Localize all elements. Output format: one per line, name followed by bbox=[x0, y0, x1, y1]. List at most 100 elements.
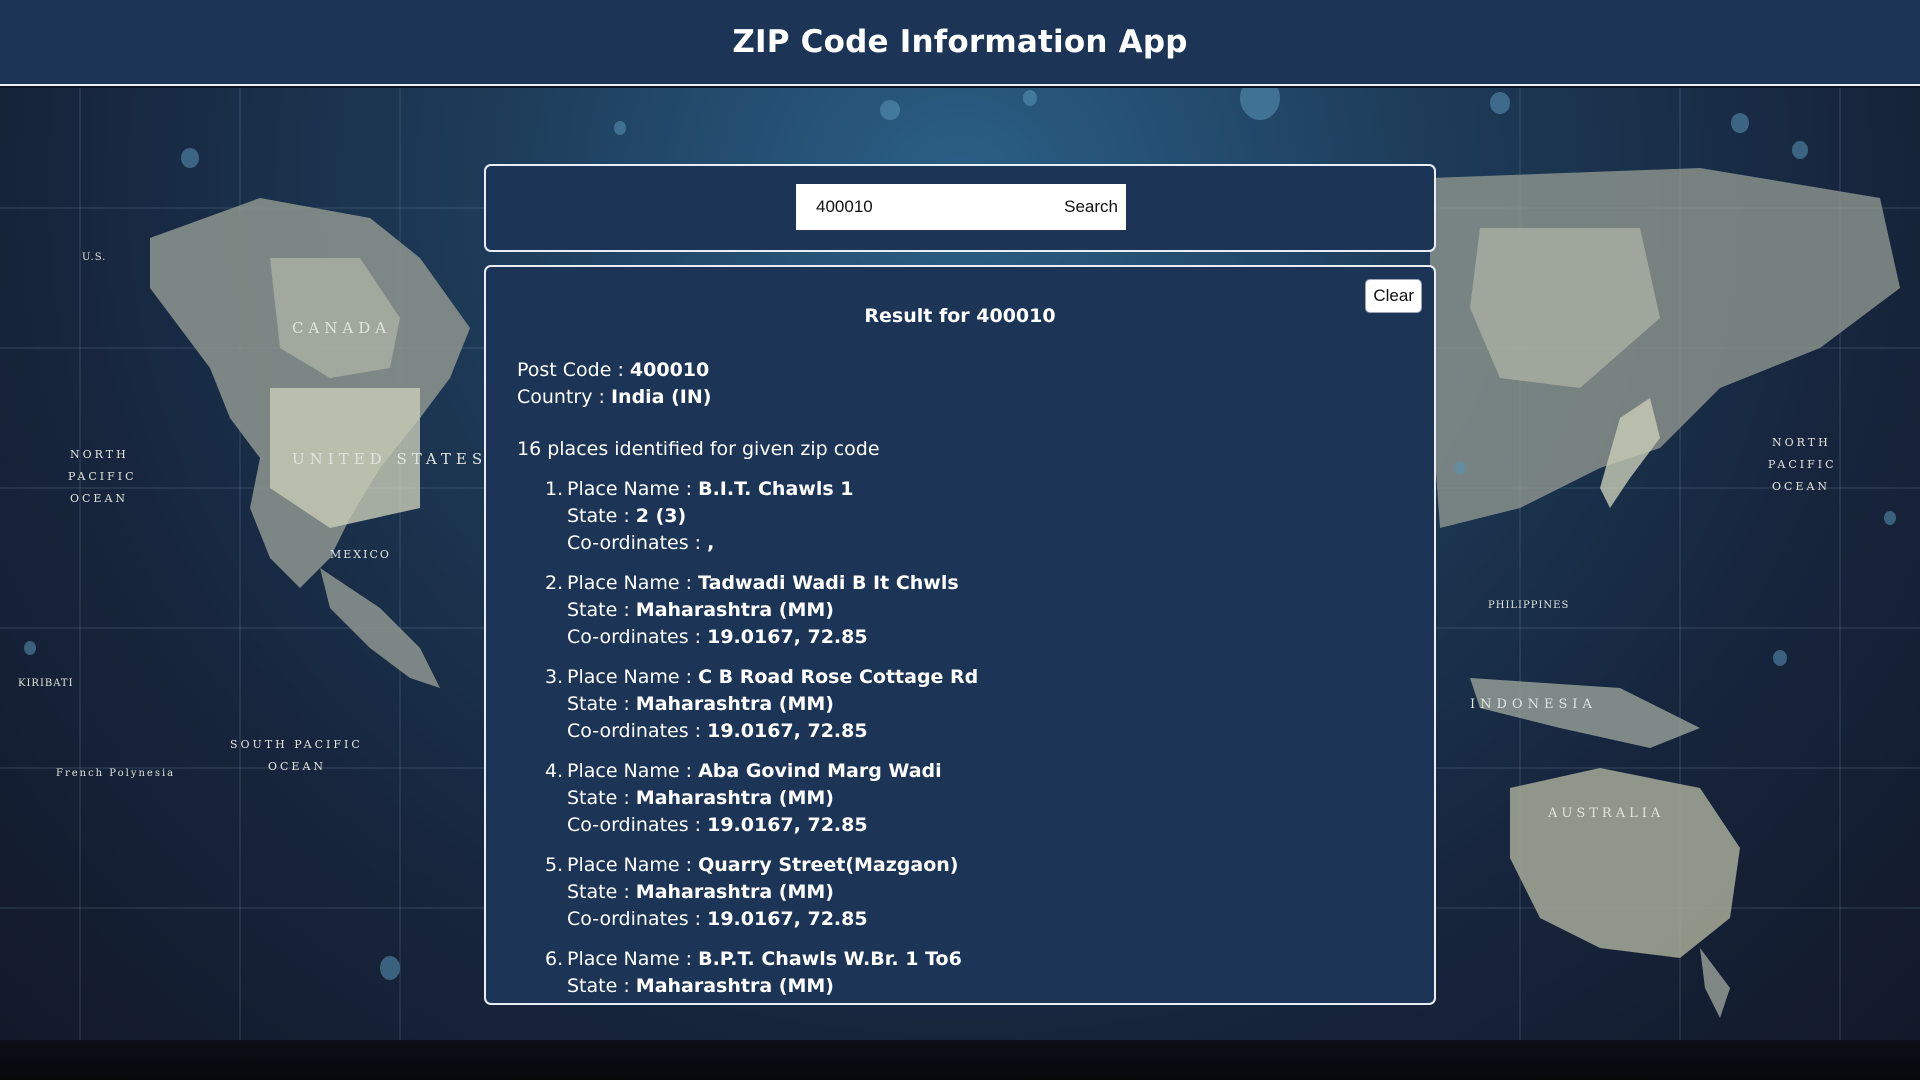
state-value: Maharashtra (MM) bbox=[635, 881, 834, 903]
search-box: Search bbox=[796, 184, 1126, 230]
post-code-label: Post Code : bbox=[517, 359, 630, 381]
place-name-value: C B Road Rose Cottage Rd bbox=[698, 666, 979, 688]
place-name-label: Place Name : bbox=[567, 948, 699, 970]
state-line: State : Maharashtra (MM) bbox=[567, 879, 1414, 906]
coords-value: 19.0167, 72.85 bbox=[707, 720, 868, 742]
state-label: State : bbox=[567, 787, 636, 809]
search-panel: Search bbox=[484, 164, 1436, 252]
bottom-strip bbox=[0, 1040, 1920, 1080]
state-value: 2 (3) bbox=[635, 505, 687, 527]
place-name-label: Place Name : bbox=[567, 666, 699, 688]
place-number: 2. bbox=[545, 572, 564, 594]
place-name-line: Place Name : B.I.T. Chawls 1 bbox=[567, 476, 1414, 503]
place-item: 5. Place Name : Quarry Street(Mazgaon) Sta… bbox=[517, 852, 1414, 933]
state-value: Maharashtra (MM) bbox=[635, 599, 834, 621]
state-label: State : bbox=[567, 975, 636, 997]
svg-text:MEXICO: MEXICO bbox=[330, 548, 391, 561]
place-number: 4. bbox=[545, 760, 564, 782]
svg-text:AUSTRALIA: AUSTRALIA bbox=[1547, 806, 1664, 821]
state-line: State : Maharashtra (MM) bbox=[567, 691, 1414, 718]
place-name-line: Place Name : B.P.T. Chawls W.Br. 1 To6 bbox=[567, 946, 1414, 973]
state-value: Maharashtra (MM) bbox=[635, 693, 834, 715]
place-number: 1. bbox=[545, 478, 564, 500]
state-label: State : bbox=[567, 599, 636, 621]
coords-value: 19.0167, 72.85 bbox=[707, 908, 868, 930]
svg-text:U.S.: U.S. bbox=[82, 252, 106, 263]
place-name-label: Place Name : bbox=[567, 572, 699, 594]
state-line: State : Maharashtra (MM) bbox=[567, 785, 1414, 812]
state-label: State : bbox=[567, 505, 636, 527]
place-name-line: Place Name : Quarry Street(Mazgaon) bbox=[567, 852, 1414, 879]
coords-label: Co-ordinates : bbox=[567, 814, 708, 836]
country-label: Country : bbox=[517, 386, 611, 408]
place-name-line: Place Name : Aba Govind Marg Wadi bbox=[567, 758, 1414, 785]
coords-line: Co-ordinates : 19.0167, 72.85 bbox=[567, 624, 1414, 651]
place-number: 6. bbox=[545, 948, 564, 970]
svg-text:PACIFIC: PACIFIC bbox=[68, 470, 137, 483]
svg-text:NORTH: NORTH bbox=[1772, 436, 1831, 449]
place-number: 5. bbox=[545, 854, 564, 876]
svg-text:KIRIBATI: KIRIBATI bbox=[18, 678, 74, 689]
place-name-value: B.I.T. Chawls 1 bbox=[698, 478, 854, 500]
app-title: ZIP Code Information App bbox=[732, 24, 1188, 60]
coords-line: Co-ordinates : , bbox=[567, 530, 1414, 557]
place-name-value: Tadwadi Wadi B It Chwls bbox=[698, 572, 959, 594]
place-number: 3. bbox=[545, 666, 564, 688]
svg-text:SOUTH PACIFIC: SOUTH PACIFIC bbox=[230, 738, 363, 751]
coords-value: 19.0167, 72.85 bbox=[707, 1002, 867, 1003]
search-button[interactable]: Search bbox=[1056, 187, 1126, 227]
map-label-united-states: UNITED STATES bbox=[292, 450, 487, 468]
state-value: Maharashtra (MM) bbox=[635, 787, 834, 809]
map-label-canada: CANADA bbox=[292, 319, 391, 337]
state-label: State : bbox=[567, 881, 636, 903]
coords-value: 19.0167, 72.85 bbox=[707, 814, 868, 836]
result-body: Post Code : 400010 Country : India (IN) … bbox=[517, 357, 1414, 1003]
post-code-line: Post Code : 400010 bbox=[517, 357, 1414, 384]
place-name-label: Place Name : bbox=[567, 760, 699, 782]
place-name-value: B.P.T. Chawls W.Br. 1 To6 bbox=[698, 948, 962, 970]
places-count: 16 places identified for given zip code bbox=[517, 438, 880, 460]
coords-label: Co-ordinates : bbox=[567, 720, 708, 742]
country-value: India (IN) bbox=[610, 386, 712, 408]
coords-label: Co-ordinates : bbox=[567, 626, 708, 648]
place-name-value: Aba Govind Marg Wadi bbox=[698, 760, 942, 782]
svg-text:PHILIPPINES: PHILIPPINES bbox=[1488, 600, 1569, 611]
coords-value: 19.0167, 72.85 bbox=[707, 626, 868, 648]
place-item: 4. Place Name : Aba Govind Marg Wadi State… bbox=[517, 758, 1414, 839]
result-title: Result for 400010 bbox=[864, 305, 1056, 327]
coords-line: Co-ordinates : 19.0167, 72.85 bbox=[567, 812, 1414, 839]
place-item: 6. Place Name : B.P.T. Chawls W.Br. 1 To6… bbox=[517, 946, 1414, 1003]
svg-text:OCEAN: OCEAN bbox=[1772, 480, 1830, 493]
zip-search-input[interactable] bbox=[804, 187, 1057, 227]
coords-label: Co-ordinates : bbox=[567, 908, 708, 930]
coords-line: Co-ordinates : 19.0167, 72.85 bbox=[567, 906, 1414, 933]
place-name-line: Place Name : Tadwadi Wadi B It Chwls bbox=[567, 570, 1414, 597]
state-line: State : Maharashtra (MM) bbox=[567, 973, 1414, 1000]
coords-line: Co-ordinates : 19.0167, 72.85 bbox=[567, 1000, 1414, 1003]
result-panel: Clear Result for 400010 Post Code : 4000… bbox=[484, 265, 1436, 1005]
place-name-value: Quarry Street(Mazgaon) bbox=[698, 854, 959, 876]
state-line: State : Maharashtra (MM) bbox=[567, 597, 1414, 624]
place-name-line: Place Name : C B Road Rose Cottage Rd bbox=[567, 664, 1414, 691]
place-item: 3. Place Name : C B Road Rose Cottage Rd S… bbox=[517, 664, 1414, 745]
svg-text:PACIFIC: PACIFIC bbox=[1768, 458, 1837, 471]
state-line: State : 2 (3) bbox=[567, 503, 1414, 530]
svg-text:INDONESIA: INDONESIA bbox=[1470, 697, 1597, 712]
place-name-label: Place Name : bbox=[567, 478, 699, 500]
post-code-value: 400010 bbox=[629, 359, 710, 381]
state-label: State : bbox=[567, 693, 636, 715]
state-value: Maharashtra (MM) bbox=[635, 975, 834, 997]
places-list: 1. Place Name : B.I.T. Chawls 1 State : 2 … bbox=[517, 476, 1414, 1003]
coords-value: , bbox=[707, 532, 715, 554]
coords-label: Co-ordinates : bbox=[567, 1002, 707, 1003]
coords-label: Co-ordinates : bbox=[567, 532, 708, 554]
coords-line: Co-ordinates : 19.0167, 72.85 bbox=[567, 718, 1414, 745]
place-item: 2. Place Name : Tadwadi Wadi B It Chwls St… bbox=[517, 570, 1414, 651]
svg-text:NORTH: NORTH bbox=[70, 448, 129, 461]
app-header: ZIP Code Information App bbox=[0, 0, 1920, 86]
svg-text:French Polynesia: French Polynesia bbox=[56, 768, 175, 779]
country-line: Country : India (IN) bbox=[517, 384, 1414, 411]
place-item: 1. Place Name : B.I.T. Chawls 1 State : 2 … bbox=[517, 476, 1414, 557]
svg-text:OCEAN: OCEAN bbox=[70, 492, 128, 505]
place-name-label: Place Name : bbox=[567, 854, 699, 876]
